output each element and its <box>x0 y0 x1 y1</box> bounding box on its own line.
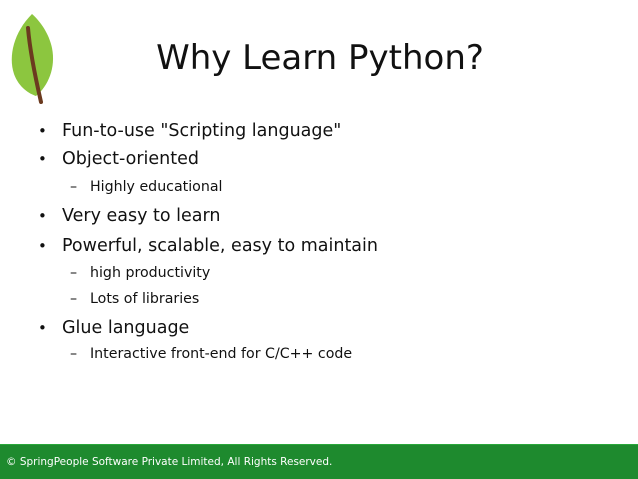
bullet-item: • Very easy to learn <box>38 205 220 227</box>
sub-bullet-text: Lots of libraries <box>90 291 200 307</box>
bullet-mark: • <box>38 207 47 225</box>
dash-mark: – <box>70 179 78 195</box>
bullet-text: Fun-to-use "Scripting language" <box>62 121 342 141</box>
dash-mark: – <box>70 346 78 362</box>
sub-bullet-item: – Interactive front-end for C/C++ code <box>70 345 352 363</box>
footer-bar: © SpringPeople Software Private Limited,… <box>0 444 638 479</box>
sub-bullet-item: – Highly educational <box>70 178 223 196</box>
bullet-mark: • <box>38 237 47 255</box>
bullet-text: Object-oriented <box>62 149 199 169</box>
sub-bullet-text: high productivity <box>90 265 211 281</box>
sub-bullet-text: Interactive front-end for C/C++ code <box>90 346 353 362</box>
sub-bullet-item: – Lots of libraries <box>70 290 199 308</box>
bullet-mark: • <box>38 319 47 337</box>
bullet-mark: • <box>38 122 47 140</box>
bullet-item: • Object-oriented <box>38 148 199 170</box>
bullet-list: • Fun-to-use "Scripting language" • Object… <box>0 0 638 440</box>
bullet-text: Powerful, scalable, easy to maintain <box>62 236 378 256</box>
bullet-text: Glue language <box>62 318 190 338</box>
bullet-item: • Glue language <box>38 317 189 339</box>
dash-mark: – <box>70 265 78 281</box>
bullet-mark: • <box>38 150 47 168</box>
sub-bullet-text: Highly educational <box>90 179 223 195</box>
sub-bullet-item: – high productivity <box>70 264 210 282</box>
bullet-item: • Powerful, scalable, easy to maintain <box>38 235 378 257</box>
copyright-text: © SpringPeople Software Private Limited,… <box>6 456 333 468</box>
bullet-text: Very easy to learn <box>62 206 221 226</box>
slide: Why Learn Python? • Fun-to-use "Scripting… <box>0 0 638 479</box>
bullet-item: • Fun-to-use "Scripting language" <box>38 120 341 142</box>
dash-mark: – <box>70 291 78 307</box>
